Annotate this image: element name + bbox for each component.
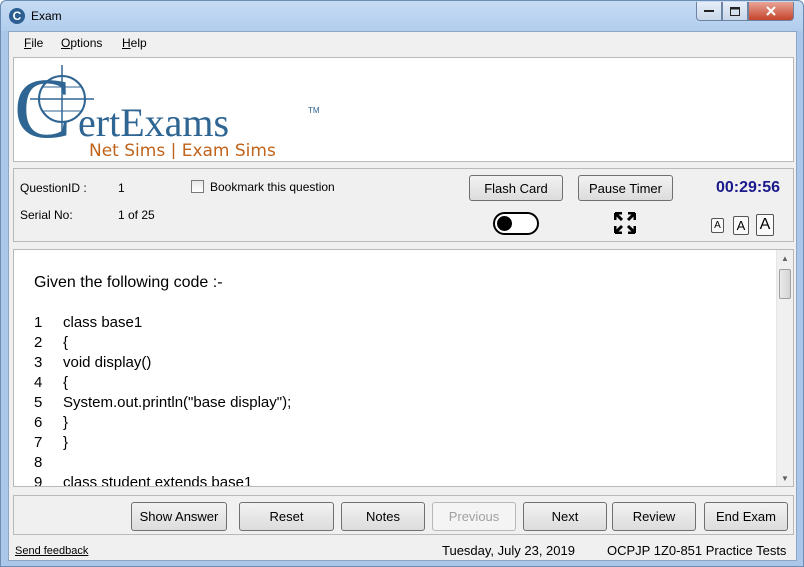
logo-tagline: Net Sims | Exam Sims <box>89 141 276 159</box>
code-text: void display() <box>63 354 152 371</box>
code-text: } <box>63 414 69 431</box>
pause-timer-button[interactable]: Pause Timer <box>578 175 673 201</box>
logo-initial: C <box>16 61 71 156</box>
flash-card-label: Flash Card <box>484 180 548 196</box>
font-size-large-button[interactable]: A <box>756 214 774 236</box>
code-line: 2{ <box>34 334 68 351</box>
navigation-panel: Show Answer Reset Notes Previous Next Re… <box>13 495 794 535</box>
vertical-scrollbar[interactable]: ▲ ▼ <box>776 250 793 486</box>
close-button[interactable] <box>748 2 794 21</box>
countdown-timer: 00:29:56 <box>716 179 781 196</box>
line-number: 6 <box>34 414 43 431</box>
scroll-down-icon[interactable]: ▼ <box>777 470 793 486</box>
code-text: class student extends base1 <box>63 474 253 487</box>
review-button[interactable]: Review <box>612 502 696 531</box>
logo-trademark: TM <box>308 106 320 115</box>
close-icon <box>766 6 776 16</box>
scrollbar-thumb[interactable] <box>779 269 791 299</box>
menu-options-accel: O <box>61 36 71 50</box>
menu-options-label: ptions <box>70 36 103 50</box>
font-size-medium-button[interactable]: A <box>733 216 749 235</box>
code-text: { <box>63 374 69 391</box>
line-number: 9 <box>34 474 43 487</box>
menu-file[interactable]: File <box>24 36 43 50</box>
next-label: Next <box>551 509 579 524</box>
toggle-knob <box>497 216 512 231</box>
logo-brand: ertExams <box>78 100 229 145</box>
question-intro: Given the following code :- <box>34 274 223 291</box>
end-exam-button[interactable]: End Exam <box>704 502 788 531</box>
line-number: 5 <box>34 394 43 411</box>
previous-label: Previous <box>448 509 500 524</box>
main-client-area: File Options Help C ertExams TM Net Sims… <box>8 31 797 561</box>
serial-no-label: Serial No: <box>20 208 73 222</box>
reset-label: Reset <box>269 509 304 524</box>
pause-timer-label: Pause Timer <box>589 180 662 196</box>
code-line: 4{ <box>34 374 68 391</box>
previous-button[interactable]: Previous <box>432 502 516 531</box>
status-bar: Send feedback Tuesday, July 23, 2019 OCP… <box>9 538 796 560</box>
code-line: 3 void display() <box>34 354 151 371</box>
send-feedback-link[interactable]: Send feedback <box>15 545 88 557</box>
code-text: System.out.println("base display"); <box>63 394 292 411</box>
question-text-area[interactable]: Given the following code :- 1 class base1… <box>13 249 794 487</box>
bookmark-label[interactable]: Bookmark this question <box>210 180 335 194</box>
show-answer-label: Show Answer <box>139 509 219 524</box>
question-id-value: 1 <box>118 181 125 195</box>
line-number: 3 <box>34 354 43 371</box>
maximize-button[interactable] <box>722 2 748 21</box>
question-info-panel: QuestionID : 1 Serial No: 1 of 25 Bookma… <box>13 168 794 242</box>
status-product-name: OCPJP 1Z0-851 Practice Tests <box>607 543 787 558</box>
serial-no-value: 1 of 25 <box>118 208 155 222</box>
menu-help-label: elp <box>130 36 147 50</box>
menu-file-label: ile <box>31 36 44 50</box>
status-date: Tuesday, July 23, 2019 <box>442 543 575 558</box>
window-title: Exam <box>31 9 62 23</box>
bookmark-checkbox[interactable] <box>191 180 204 193</box>
line-number: 4 <box>34 374 43 391</box>
code-line: 7} <box>34 434 68 451</box>
show-answer-button[interactable]: Show Answer <box>131 502 227 531</box>
exam-window: C Exam File Options Help C ertExams TM N… <box>0 0 804 567</box>
end-exam-label: End Exam <box>716 509 776 524</box>
code-line: 8 <box>34 454 63 471</box>
next-button[interactable]: Next <box>523 502 607 531</box>
code-line: 9 class student extends base1 <box>34 474 253 487</box>
app-logo-icon: C <box>9 8 25 24</box>
menu-options[interactable]: Options <box>61 36 102 50</box>
code-line: 1 class base1 <box>34 314 142 331</box>
font-size-small-button[interactable]: A <box>711 218 724 233</box>
menu-help-accel: H <box>122 36 131 50</box>
reset-button[interactable]: Reset <box>239 502 334 531</box>
toggle-switch-icon[interactable] <box>493 212 539 235</box>
notes-label: Notes <box>366 509 400 524</box>
line-number: 2 <box>34 334 43 351</box>
flash-card-button[interactable]: Flash Card <box>469 175 563 201</box>
minimize-button[interactable] <box>696 2 722 21</box>
code-line: 6} <box>34 414 68 431</box>
minimize-icon <box>704 10 714 12</box>
line-number: 1 <box>34 314 43 331</box>
certexams-logo: C ertExams TM Net Sims | Exam Sims <box>16 61 320 159</box>
line-number: 8 <box>34 454 43 471</box>
code-line: 5 System.out.println("base display"); <box>34 394 291 411</box>
notes-button[interactable]: Notes <box>341 502 425 531</box>
code-text: { <box>63 334 69 351</box>
logo-banner: C ertExams TM Net Sims | Exam Sims <box>13 57 794 162</box>
menu-bar: File Options Help <box>9 32 796 54</box>
review-label: Review <box>632 509 676 524</box>
scroll-up-icon[interactable]: ▲ <box>777 250 793 266</box>
title-bar[interactable]: C Exam <box>1 1 803 31</box>
question-id-label: QuestionID : <box>20 181 87 195</box>
code-text: class base1 <box>63 314 143 331</box>
menu-help[interactable]: Help <box>122 36 147 50</box>
line-number: 7 <box>34 434 43 451</box>
maximize-icon <box>730 6 740 16</box>
code-text: } <box>63 434 69 451</box>
expand-fullscreen-icon[interactable] <box>614 212 636 234</box>
